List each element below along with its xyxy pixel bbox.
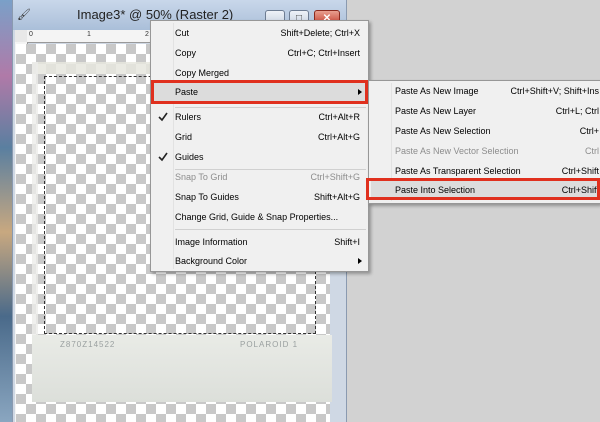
submenu-item-paste-as-new-image[interactable]: Paste As New Image Ctrl+Shift+V; Shift+I… (371, 81, 600, 101)
menu-item-label: Grid (175, 132, 193, 142)
polaroid-code: Z870Z14522 (60, 340, 116, 349)
menu-item-snap-to-guides[interactable]: Snap To Guides Shift+Alt+G (153, 187, 366, 207)
menu-item-label: Cut (175, 28, 190, 38)
context-menu: Cut Shift+Delete; Ctrl+X Copy Ctrl+C; Ct… (150, 20, 369, 272)
background-photo-strip (0, 0, 12, 422)
menu-item-snap-to-grid: Snap To Grid Ctrl+Shift+G (153, 167, 366, 187)
menu-item-shortcut: Ctrl+Alt+R (318, 112, 360, 122)
ruler-tick-label: 2 (145, 31, 149, 38)
menu-item-shortcut: Ctrl+ (579, 126, 599, 136)
ruler-corner (15, 30, 27, 42)
menu-item-label: Change Grid, Guide & Snap Properties... (175, 212, 339, 222)
polaroid-brand: POLAROID 1 (240, 340, 299, 349)
menu-item-shortcut: Shift+I (334, 237, 360, 247)
checkmark-icon (158, 112, 168, 122)
ruler-tick-label: 0 (29, 31, 33, 38)
chevron-right-icon (358, 258, 362, 264)
menu-item-shortcut: Ctrl+Alt+G (317, 132, 360, 142)
paint-brush-icon: 🖌 (17, 9, 31, 21)
menu-item-background-color[interactable]: Background Color (153, 251, 366, 271)
menu-item-grid[interactable]: Grid Ctrl+Alt+G (153, 127, 366, 147)
menu-item-shortcut: Shift+Delete; Ctrl+X (280, 28, 360, 38)
paste-into-selection-highlight-box (366, 178, 600, 200)
menu-item-shortcut: Ctrl+L; Ctrl (555, 106, 599, 116)
menu-item-label: Snap To Guides (175, 192, 239, 202)
menu-item-copy[interactable]: Copy Ctrl+C; Ctrl+Insert (153, 43, 366, 63)
menu-item-shortcut: Ctrl+C; Ctrl+Insert (287, 48, 360, 58)
submenu-item-paste-as-new-vector-selection: Paste As New Vector Selection Ctrl (371, 141, 600, 161)
menu-item-cut[interactable]: Cut Shift+Delete; Ctrl+X (153, 23, 366, 43)
menu-item-label: Image Information (175, 237, 248, 247)
menu-item-image-information[interactable]: Image Information Shift+I (153, 232, 366, 252)
menu-item-label: Paste As New Layer (395, 106, 477, 116)
checkmark-icon (158, 152, 168, 162)
menu-item-rulers[interactable]: Rulers Ctrl+Alt+R (153, 107, 366, 127)
submenu-item-paste-as-new-layer[interactable]: Paste As New Layer Ctrl+L; Ctrl (371, 101, 600, 121)
menu-item-label: Rulers (175, 112, 202, 122)
menu-item-shortcut: Shift+Alt+G (313, 192, 360, 202)
menu-item-label: Paste As New Image (395, 86, 479, 96)
menu-item-label: Paste As New Selection (395, 126, 491, 136)
menu-item-label: Paste As New Vector Selection (395, 146, 519, 156)
submenu-item-paste-as-new-selection[interactable]: Paste As New Selection Ctrl+ (371, 121, 600, 141)
paste-highlight-box (151, 80, 368, 104)
menu-item-label: Background Color (175, 256, 248, 266)
menu-item-label: Guides (175, 152, 204, 162)
menu-item-label: Snap To Grid (175, 172, 228, 182)
ruler-tick-label: 1 (87, 31, 91, 38)
menu-item-guides[interactable]: Guides (153, 147, 366, 167)
menu-item-shortcut: Ctrl (585, 146, 599, 156)
menu-item-change-grid-properties[interactable]: Change Grid, Guide & Snap Properties... (153, 207, 366, 227)
menu-item-shortcut: Ctrl+Shift+G (310, 172, 360, 182)
menu-item-label: Copy (175, 48, 197, 58)
menu-separator (175, 229, 366, 230)
menu-item-shortcut: Ctrl+Shift+V; Shift+Ins (510, 86, 599, 96)
